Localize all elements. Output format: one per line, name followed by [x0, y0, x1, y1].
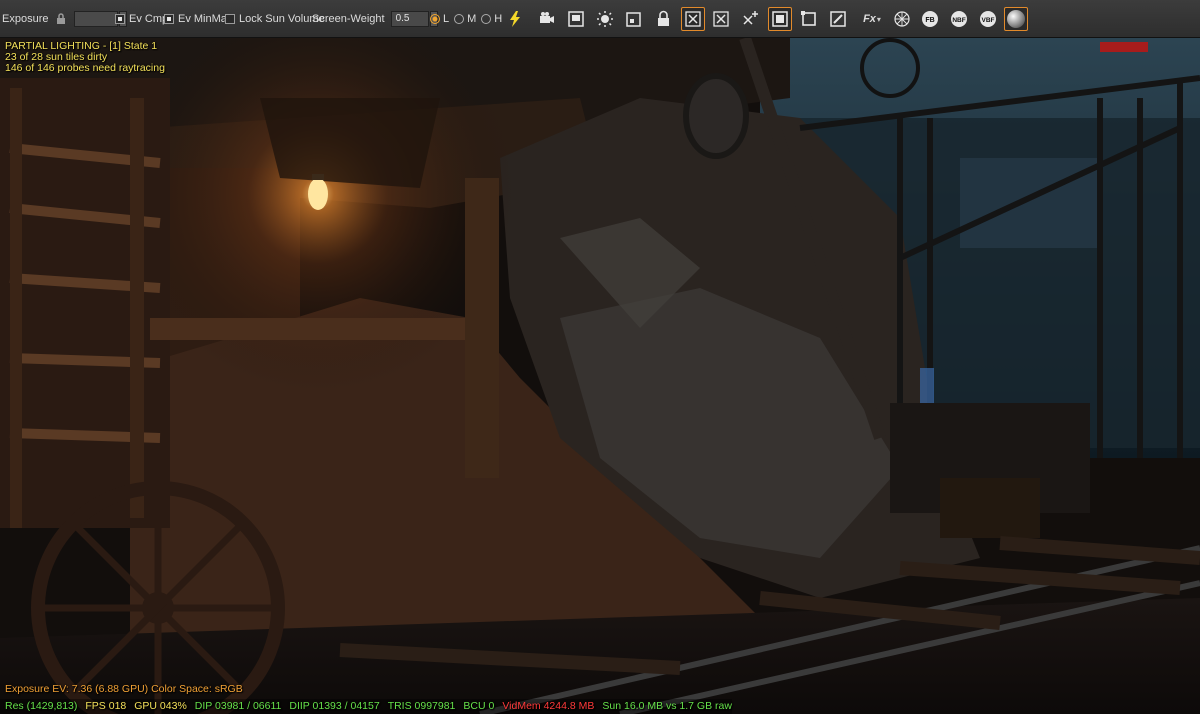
- gpu-readout: GPU 043%: [134, 700, 187, 712]
- sun-memory-readout: Sun 16.0 MB vs 1.7 GB raw: [602, 700, 732, 712]
- reset-3d-button[interactable]: [681, 7, 705, 31]
- lock-sun-volume-toggle[interactable]: Lock Sun Volume: [225, 0, 325, 38]
- perf-statusbar: Res (1429,813) FPS 018 GPU 043% DIP 0398…: [0, 699, 732, 714]
- screen-2d-icon: [772, 11, 788, 27]
- light-settings-button[interactable]: [593, 7, 617, 31]
- ev-minmax-checkbox[interactable]: [164, 14, 174, 24]
- ev-cmp-checkbox[interactable]: [115, 14, 125, 24]
- exposure-readout: Exposure EV: 7.36 (6.88 GPU) Color Space…: [5, 683, 243, 695]
- lock-3d-button[interactable]: [652, 7, 676, 31]
- screen-weight-label: Screen-Weight: [312, 13, 385, 25]
- fx-icon: Fx ▾: [863, 13, 881, 25]
- lightning-icon: [510, 11, 520, 27]
- material-ball-button[interactable]: [1004, 7, 1028, 31]
- bcu-readout: BCU 0: [463, 700, 495, 712]
- material-ball-icon: [1007, 10, 1025, 28]
- light-settings-icon: [597, 11, 613, 27]
- exposure-group: Exposure: [2, 0, 128, 38]
- ev-cmp-toggle[interactable]: Ev Cmp: [115, 0, 168, 38]
- fx-button[interactable]: Fx ▾: [858, 7, 886, 31]
- lock-sun-volume-checkbox[interactable]: [225, 14, 235, 24]
- fx-label: Fx: [863, 13, 876, 25]
- lightning-button[interactable]: [503, 7, 527, 31]
- quality-high-radio[interactable]: [481, 14, 492, 24]
- quality-low-label: L: [443, 13, 450, 25]
- fb-label: FB: [925, 17, 935, 24]
- ev-cmp-label: Ev Cmp: [129, 13, 169, 25]
- quality-medium-label: M: [467, 13, 477, 25]
- screenshot-3d-button[interactable]: [564, 7, 588, 31]
- toolbar: Exposure Ev Cmp Ev MinMax Lock Sun Volum…: [0, 0, 1200, 38]
- tris-readout: TRIS 0997981: [387, 700, 456, 712]
- quality-high-label: H: [494, 13, 503, 25]
- lock-icon[interactable]: [54, 13, 68, 25]
- screen-weight-input[interactable]: 0.5: [390, 11, 429, 27]
- screenshot-3d-icon: [568, 11, 584, 27]
- lock-3d-icon: [658, 10, 669, 26]
- ev-minmax-toggle[interactable]: Ev MinMax: [164, 0, 232, 38]
- exposure-input[interactable]: [74, 11, 119, 27]
- vbf-button[interactable]: VBF: [976, 7, 1000, 31]
- nbf-label: NBF: [952, 17, 966, 24]
- exposure-label: Exposure: [2, 13, 49, 25]
- fb-button[interactable]: FB: [918, 7, 942, 31]
- reset-button[interactable]: [709, 7, 733, 31]
- screen-2d-button[interactable]: [768, 7, 792, 31]
- probe-3d-button[interactable]: [622, 7, 646, 31]
- screen-weight-group: Screen-Weight 0.5: [312, 0, 438, 38]
- red-badge: [1100, 42, 1148, 52]
- reset-3d-icon: [685, 11, 701, 27]
- vidmem-readout: VidMem 4244.8 MB: [502, 700, 595, 712]
- reset-icon: [713, 11, 729, 27]
- scene-render: [0, 38, 1200, 714]
- camera-3d-button[interactable]: [535, 7, 559, 31]
- edit-icon: [830, 11, 846, 27]
- add-probe-icon: [743, 11, 758, 25]
- dip-readout: DIP 03981 / 06611: [194, 700, 282, 712]
- add-probe-button[interactable]: [738, 7, 762, 31]
- render-viewport[interactable]: PARTIAL LIGHTING - [1] State 1 23 of 28 …: [0, 38, 1200, 714]
- res-readout: Res (1429,813): [5, 700, 78, 712]
- edit-button[interactable]: [826, 7, 850, 31]
- quality-low-radio[interactable]: [430, 14, 440, 24]
- vbf-label: VBF: [981, 17, 995, 24]
- frame-icon: [801, 11, 816, 26]
- nbf-button[interactable]: NBF: [947, 7, 971, 31]
- probe-3d-icon: [626, 12, 641, 27]
- diip-readout: DIIP 01393 / 04157: [289, 700, 380, 712]
- quality-medium-radio[interactable]: [454, 14, 465, 24]
- mesh-button[interactable]: [890, 7, 914, 31]
- camera-3d-icon: [540, 12, 554, 23]
- quality-radio-group: L M H: [430, 0, 502, 38]
- probes-status: 146 of 146 probes need raytracing: [5, 62, 165, 74]
- mesh-icon: [894, 11, 910, 27]
- frame-button[interactable]: [797, 7, 821, 31]
- fps-readout: FPS 018: [85, 700, 127, 712]
